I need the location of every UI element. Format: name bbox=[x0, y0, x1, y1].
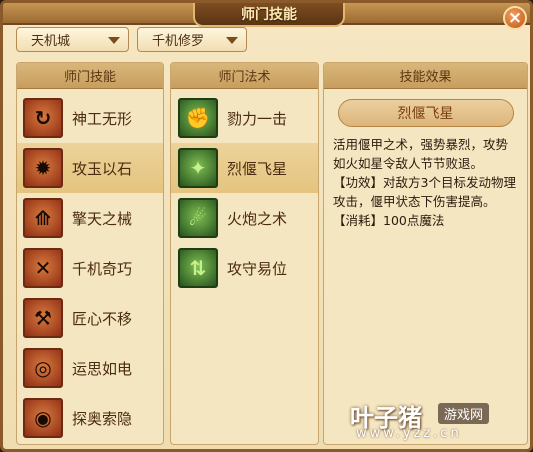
sect-dropdown[interactable]: 天机城 bbox=[16, 27, 129, 52]
spells-panel-header: 师门法术 bbox=[171, 63, 318, 89]
spell-item-selected[interactable]: ✦ 烈偃飞星 bbox=[171, 143, 318, 193]
skill-name: 攻玉以石 bbox=[72, 159, 133, 178]
window-title: 师门技能 bbox=[193, 3, 345, 27]
spell-item[interactable]: ☄ 火炮之术 bbox=[171, 193, 318, 243]
skill-item[interactable]: ◉ 探奥索隐 bbox=[17, 393, 163, 443]
path-dropdown[interactable]: 千机修罗 bbox=[137, 27, 247, 52]
vortex-icon: ◎ bbox=[23, 348, 63, 388]
skill-name: 匠心不移 bbox=[72, 309, 133, 328]
spell-item[interactable]: ⇅ 攻守易位 bbox=[171, 243, 318, 293]
effect-description-line: 【功效】对敌方3个目标发动物理攻击，偃甲状态下伤害提高。 bbox=[333, 175, 516, 209]
skill-name: 擎天之械 bbox=[72, 209, 133, 228]
skill-name: 神工无形 bbox=[72, 109, 133, 128]
sect-skills-window: 师门技能 × 天机城 千机修罗 师门技能 ↻ 神工无形 ✹ 攻玉以石 ⟰ 擎天之… bbox=[0, 0, 533, 452]
spell-name: 攻守易位 bbox=[227, 259, 288, 278]
chevron-down-icon bbox=[108, 37, 120, 44]
skill-name: 千机奇巧 bbox=[72, 259, 133, 278]
spell-name: 火炮之术 bbox=[227, 209, 288, 228]
skill-name: 运思如电 bbox=[72, 359, 133, 378]
skill-item[interactable]: ✕ 千机奇巧 bbox=[17, 243, 163, 293]
flying-star-icon: ✦ bbox=[178, 148, 218, 188]
spell-name: 烈偃飞星 bbox=[227, 159, 288, 178]
cross-gear-icon: ✕ bbox=[23, 248, 63, 288]
effect-description-line: 活用偃甲之术，强势暴烈，攻势如火如星令敌人节节败退。 bbox=[333, 137, 509, 171]
skill-item[interactable]: ↻ 神工无形 bbox=[17, 93, 163, 143]
swap-stance-icon: ⇅ bbox=[178, 248, 218, 288]
hammer-icon: ⚒ bbox=[23, 298, 63, 338]
swirl-arrow-icon: ↻ bbox=[23, 98, 63, 138]
spells-panel: 师门法术 ✊ 勠力一击 ✦ 烈偃飞星 ☄ 火炮之术 ⇅ 攻守易位 bbox=[170, 62, 319, 445]
close-button[interactable]: × bbox=[503, 6, 527, 30]
fist-icon: ✊ bbox=[178, 98, 218, 138]
skill-item[interactable]: ⟰ 擎天之械 bbox=[17, 193, 163, 243]
skill-item[interactable]: ⚒ 匠心不移 bbox=[17, 293, 163, 343]
skills-panel: 师门技能 ↻ 神工无形 ✹ 攻玉以石 ⟰ 擎天之械 ✕ 千机奇巧 ⚒ 匠心不移 bbox=[16, 62, 164, 445]
effect-description: 活用偃甲之术，强势暴烈，攻势如火如星令敌人节节败退。 【功效】对敌方3个目标发动… bbox=[333, 135, 519, 230]
skill-item-selected[interactable]: ✹ 攻玉以石 bbox=[17, 143, 163, 193]
pillar-icon: ⟰ bbox=[23, 198, 63, 238]
stone-crush-icon: ✹ bbox=[23, 148, 63, 188]
skills-list: ↻ 神工无形 ✹ 攻玉以石 ⟰ 擎天之械 ✕ 千机奇巧 ⚒ 匠心不移 ◎ 运思如… bbox=[17, 89, 163, 443]
effect-panel: 技能效果 烈偃飞星 活用偃甲之术，强势暴烈，攻势如火如星令敌人节节败退。 【功效… bbox=[323, 62, 528, 445]
sect-dropdown-value: 天机城 bbox=[31, 34, 71, 49]
skill-name: 探奥索隐 bbox=[72, 409, 133, 428]
spells-list: ✊ 勠力一击 ✦ 烈偃飞星 ☄ 火炮之术 ⇅ 攻守易位 bbox=[171, 89, 318, 293]
spell-name: 勠力一击 bbox=[227, 109, 288, 128]
effect-panel-header: 技能效果 bbox=[324, 63, 527, 89]
close-icon: × bbox=[507, 7, 523, 28]
spell-item[interactable]: ✊ 勠力一击 bbox=[171, 93, 318, 143]
path-dropdown-value: 千机修罗 bbox=[152, 34, 205, 49]
cannon-beast-icon: ☄ bbox=[178, 198, 218, 238]
effect-description-line: 【消耗】100点魔法 bbox=[333, 213, 445, 228]
skill-item[interactable]: ◎ 运思如电 bbox=[17, 343, 163, 393]
skills-panel-header: 师门技能 bbox=[17, 63, 163, 89]
spiral-eye-icon: ◉ bbox=[23, 398, 63, 438]
chevron-down-icon bbox=[226, 37, 238, 44]
effect-skill-title: 烈偃飞星 bbox=[337, 99, 514, 127]
